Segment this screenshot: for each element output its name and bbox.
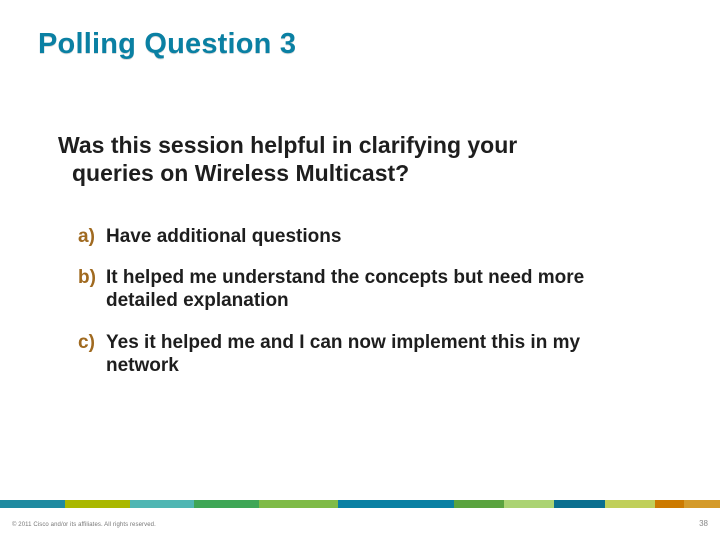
bar-segment (194, 500, 259, 508)
question-line-2: queries on Wireless Multicast? (58, 159, 662, 187)
option-marker: a) (78, 225, 106, 248)
option-a: a) Have additional questions (78, 225, 652, 248)
bar-segment (259, 500, 338, 508)
bar-segment (338, 500, 453, 508)
bar-segment (684, 500, 720, 508)
page-number: 38 (699, 519, 708, 528)
bar-segment (65, 500, 130, 508)
poll-question: Was this session helpful in clarifying y… (58, 131, 682, 187)
bar-segment (554, 500, 604, 508)
slide-title: Polling Question 3 (38, 28, 682, 61)
option-text: Yes it helped me and I can now implement… (106, 331, 652, 377)
bar-segment (605, 500, 655, 508)
bar-segment (0, 500, 65, 508)
footer-accent-bar (0, 500, 720, 508)
bar-segment (655, 500, 684, 508)
copyright-text: © 2011 Cisco and/or its affiliates. All … (12, 522, 156, 528)
option-marker: b) (78, 266, 106, 289)
option-b: b) It helped me understand the concepts … (78, 266, 652, 312)
bar-segment (454, 500, 504, 508)
bar-segment (504, 500, 554, 508)
option-c: c) Yes it helped me and I can now implem… (78, 331, 652, 377)
slide: Polling Question 3 Was this session help… (0, 0, 720, 540)
option-text: It helped me understand the concepts but… (106, 266, 652, 312)
question-line-1: Was this session helpful in clarifying y… (58, 132, 517, 158)
option-marker: c) (78, 331, 106, 354)
option-text: Have additional questions (106, 225, 341, 248)
poll-options: a) Have additional questions b) It helpe… (78, 225, 682, 377)
bar-segment (130, 500, 195, 508)
